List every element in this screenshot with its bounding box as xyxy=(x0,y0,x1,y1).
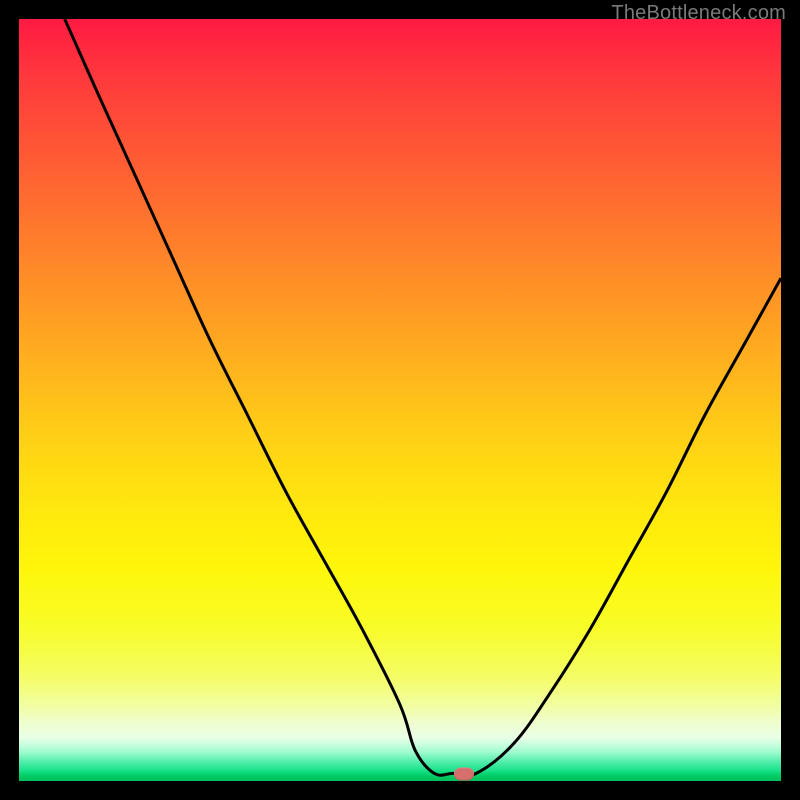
chart-container: TheBottleneck.com xyxy=(0,0,800,800)
min-point-marker xyxy=(454,768,474,781)
watermark-text: TheBottleneck.com xyxy=(611,2,786,25)
line-series xyxy=(19,19,781,781)
plot-area xyxy=(19,19,781,781)
